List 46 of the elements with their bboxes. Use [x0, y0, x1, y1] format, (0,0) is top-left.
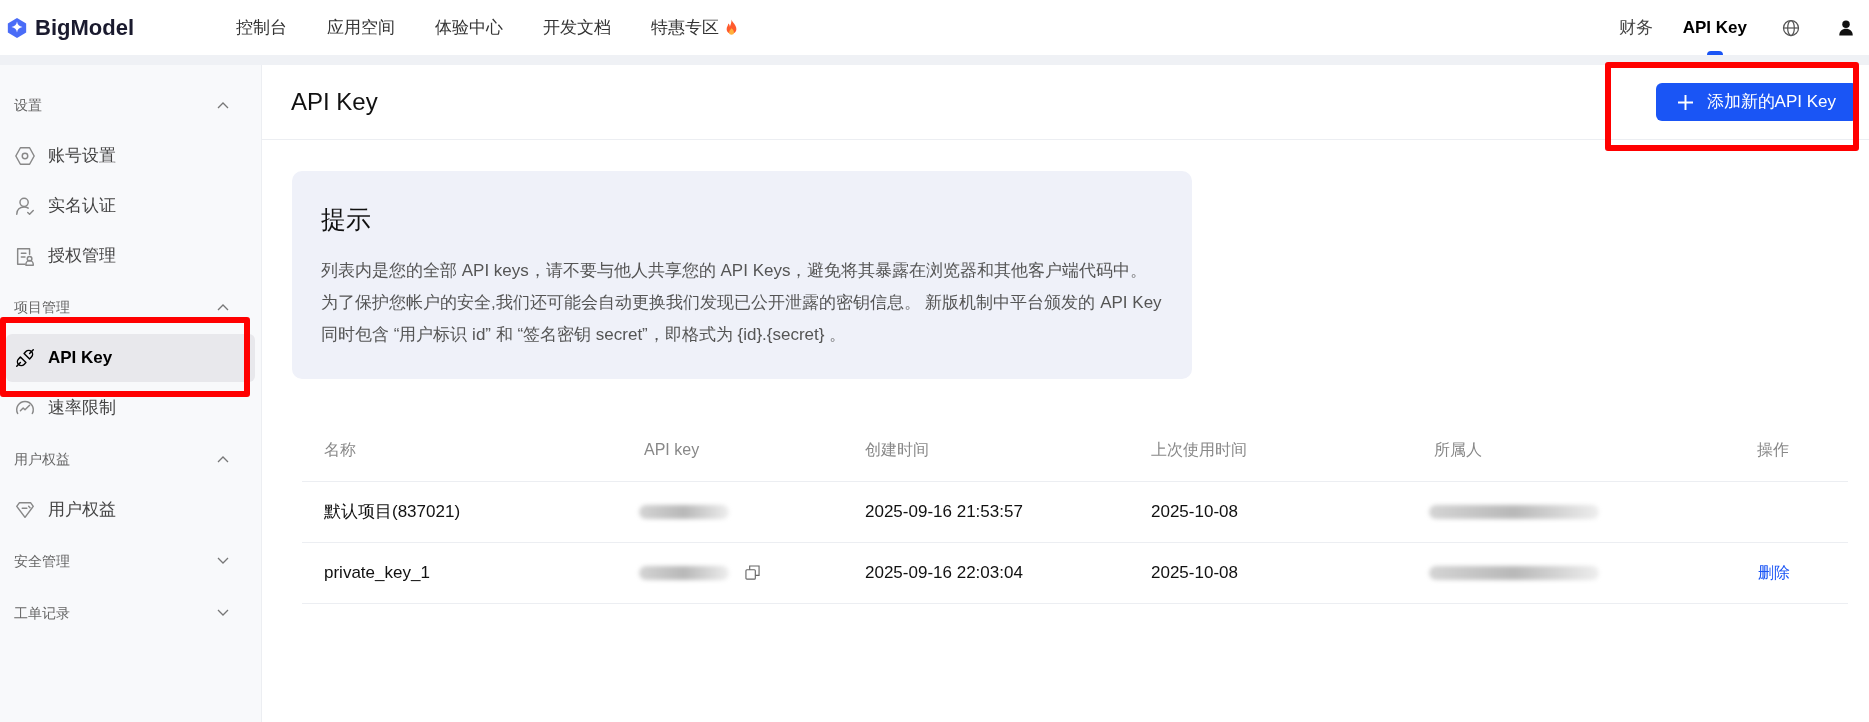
column-header: 上次使用时间 [1151, 440, 1247, 458]
sidebar-item[interactable]: 用户权益 [6, 486, 255, 534]
sidebar-item[interactable]: 速率限制 [6, 384, 255, 432]
notice-text: 列表内是您的全部 API keys，请不要与他人共享您的 API Keys，避免将其暴露在浏览器和其他客户端代码中。为了保护您帐户的安全,我们还可能会自动更换我们发现已公开泄露的密钥信息。 新版机制中平台颁发的 API Key 同时包含 “用户标识 id” 和 “签名密钥 secret”，即格式为 {id}.{secret} 。 [321, 259, 1163, 346]
page-title: API Key [291, 87, 378, 117]
notice-title: 提示 [321, 204, 372, 235]
user-check-icon [14, 195, 36, 217]
section-title: 安全管理 [14, 551, 70, 571]
nav-link[interactable]: 开发文档 [533, 14, 621, 41]
sidebar-item[interactable]: API Key [6, 334, 255, 382]
sidebar-item[interactable]: 账号设置 [6, 132, 255, 180]
column-header: 所属人 [1434, 440, 1482, 458]
sidebar-item[interactable]: 授权管理 [6, 232, 255, 280]
nav-link[interactable]: API Key [1682, 17, 1747, 37]
section-title: 设置 [14, 95, 42, 115]
table-cell: 2025-09-16 21:53:57 [865, 501, 1023, 521]
flame-icon [725, 19, 738, 36]
column-header: API key [644, 440, 700, 458]
section-title: 用户权益 [14, 449, 70, 469]
column-header: 创建时间 [865, 440, 929, 458]
logo-text: BigModel [35, 14, 134, 42]
nav-link[interactable]: 应用空间 [317, 14, 405, 41]
plus-icon [1677, 94, 1693, 110]
column-header: 操作 [1757, 440, 1789, 458]
plug-icon [14, 347, 36, 369]
section-title: 项目管理 [14, 297, 70, 317]
globe-icon [1781, 17, 1801, 38]
table-cell: 默认项目(837021) [324, 501, 461, 521]
logo-icon [6, 16, 28, 39]
section-title: 工单记录 [14, 603, 70, 623]
user-icon [1837, 18, 1855, 37]
hexagon-icon [14, 145, 36, 167]
active-tab-indicator [1706, 50, 1723, 55]
diamond-icon [14, 499, 36, 521]
nav-link[interactable]: 财务 [1618, 17, 1653, 37]
delete-link[interactable]: 删除 [1758, 563, 1790, 581]
nav-link[interactable]: 特惠专区 [641, 14, 748, 41]
nav-link[interactable]: 体验中心 [425, 14, 513, 41]
column-header: 名称 [324, 440, 356, 458]
nav-link[interactable]: 控制台 [226, 14, 297, 41]
table-cell: 2025-10-08 [1151, 501, 1238, 521]
document-icon [14, 245, 36, 267]
table-cell: 2025-09-16 22:03:04 [865, 562, 1023, 582]
table-cell: 2025-10-08 [1151, 562, 1238, 582]
sidebar-item[interactable]: 实名认证 [6, 182, 255, 230]
table-cell: private_key_1 [324, 562, 430, 582]
